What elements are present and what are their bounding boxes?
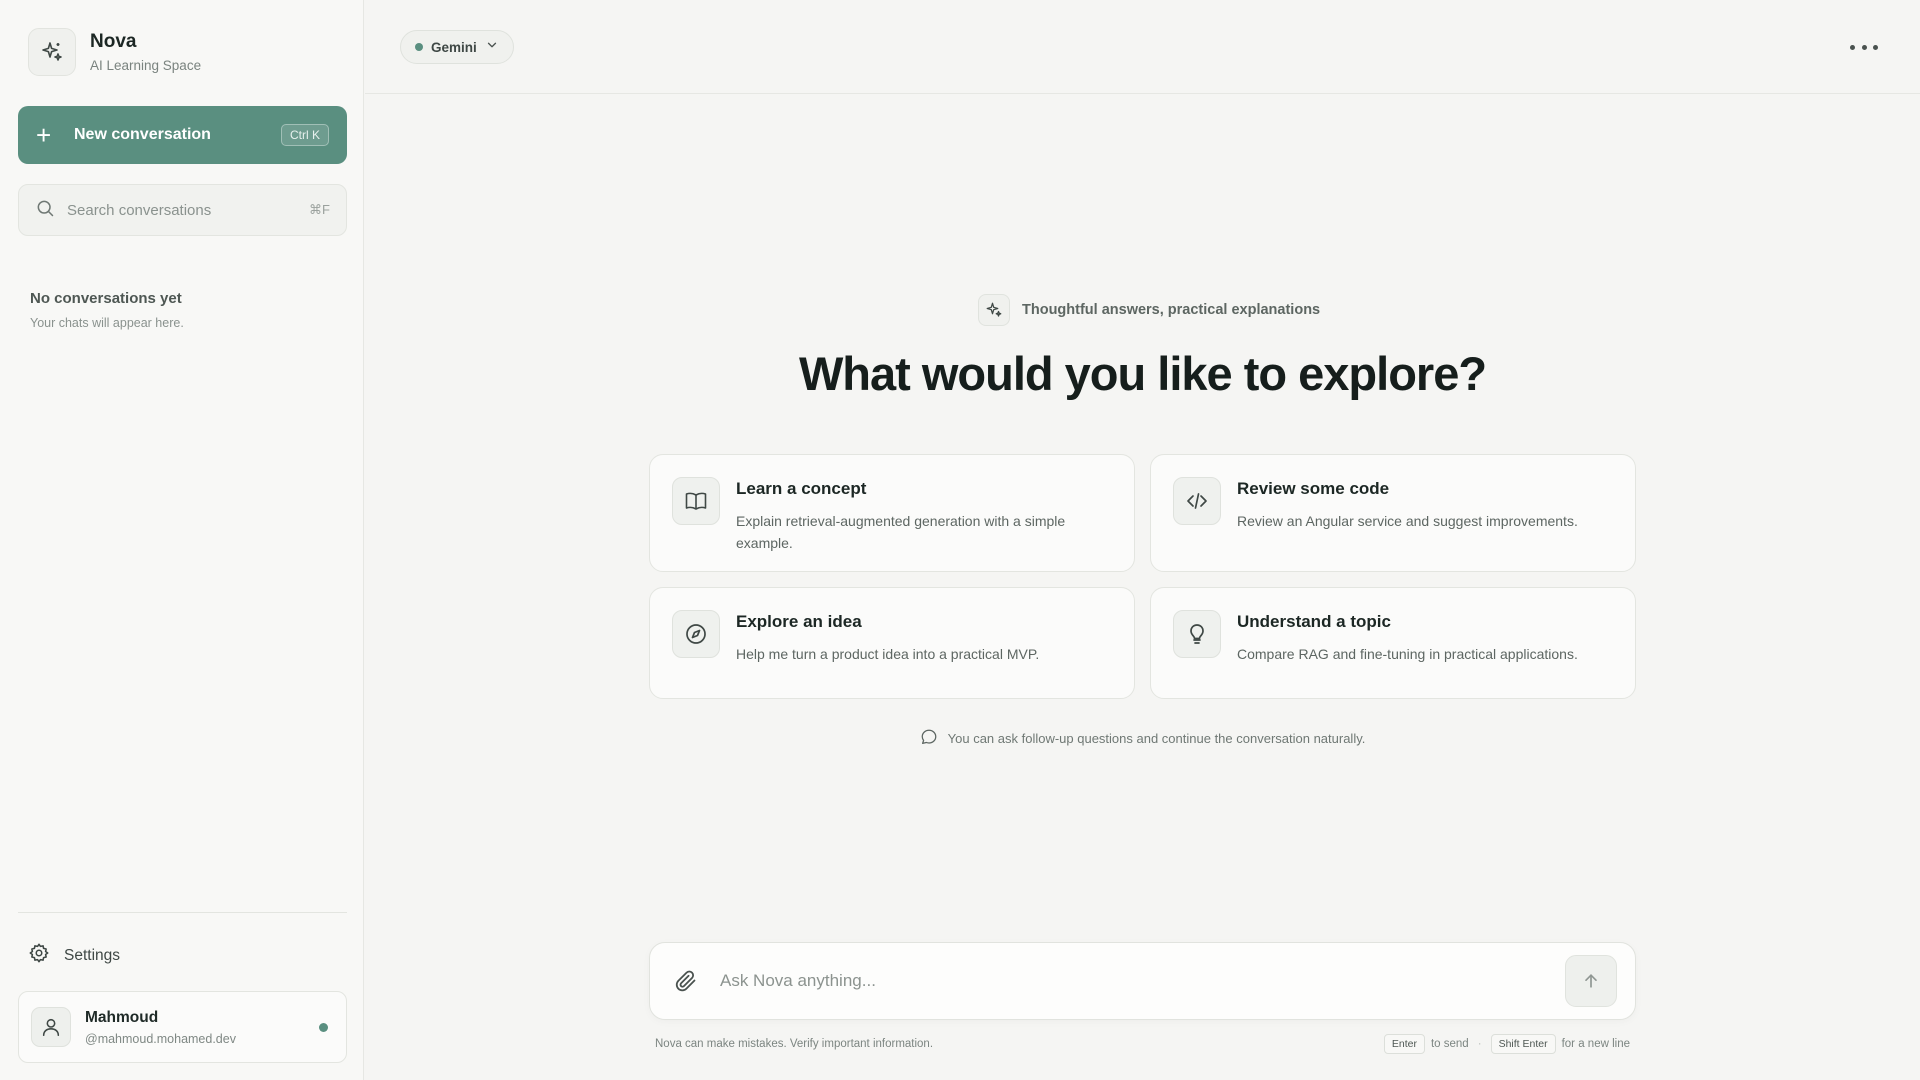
message-input[interactable] — [720, 971, 1565, 991]
search-shortcut: ⌘F — [309, 202, 330, 217]
empty-state-title: No conversations yet — [30, 290, 182, 307]
settings-button[interactable]: Settings — [28, 942, 120, 969]
separator-dot: · — [1477, 1038, 1482, 1050]
keyboard-hints: Enter to send · Shift Enter for a new li… — [1383, 1034, 1630, 1054]
user-icon — [42, 1018, 60, 1037]
main-panel: Gemini Thoughtful answers, practical exp… — [365, 0, 1920, 1080]
sidebar-divider — [18, 912, 347, 913]
brand-name: Nova — [90, 31, 137, 52]
online-status-dot — [319, 1022, 328, 1032]
plus-icon: + — [36, 120, 52, 150]
suggestion-card-review-code[interactable]: Review some code Review an Angular servi… — [1150, 454, 1636, 572]
code-icon — [1173, 477, 1221, 525]
avatar — [31, 1007, 71, 1047]
sparkles-icon — [978, 294, 1010, 326]
model-status-dot — [415, 43, 423, 51]
card-description: Compare RAG and fine-tuning in practical… — [1237, 646, 1578, 662]
card-description: Explain retrieval-augmented generation w… — [736, 513, 1066, 551]
search-input[interactable] — [67, 201, 310, 219]
empty-state-subtitle: Your chats will appear here. — [30, 316, 184, 330]
message-circle-icon — [920, 728, 938, 749]
shift-enter-key-badge: Shift Enter — [1490, 1034, 1556, 1054]
new-conversation-shortcut: Ctrl K — [281, 124, 329, 146]
enter-key-badge: Enter — [1383, 1034, 1425, 1054]
message-composer — [649, 942, 1636, 1020]
brand: Nova AI Learning Space — [28, 28, 201, 76]
follow-up-hint: You can ask follow-up questions and cont… — [365, 728, 1920, 749]
suggestion-card-understand-topic[interactable]: Understand a topic Compare RAG and fine-… — [1150, 587, 1636, 699]
lightbulb-icon — [1173, 610, 1221, 658]
hero-tagline: Thoughtful answers, practical explanatio… — [978, 294, 1320, 326]
card-title: Review some code — [1237, 479, 1390, 498]
page-title: What would you like to explore? — [798, 347, 1487, 400]
card-title: Understand a topic — [1237, 612, 1391, 631]
card-description: Help me turn a product idea into a pract… — [736, 646, 1040, 662]
search-icon — [35, 198, 55, 223]
empty-state: No conversations yet Your chats will app… — [30, 290, 184, 330]
hint-text: You can ask follow-up questions and cont… — [947, 731, 1366, 746]
chevron-down-icon — [485, 38, 499, 57]
suggestion-card-learn-concept[interactable]: Learn a concept Explain retrieval-augmen… — [649, 454, 1135, 572]
topbar: Gemini — [365, 0, 1920, 94]
composer-footer: Nova can make mistakes. Verify important… — [655, 1034, 1630, 1054]
model-selector[interactable]: Gemini — [400, 30, 514, 64]
book-open-icon — [672, 477, 720, 525]
user-name: Mahmoud — [85, 1008, 159, 1026]
sidebar: Nova AI Learning Space + New conversatio… — [0, 0, 364, 1080]
suggestion-card-explore-idea[interactable]: Explore an idea Help me turn a product i… — [649, 587, 1135, 699]
send-button[interactable] — [1565, 955, 1617, 1007]
settings-label: Settings — [64, 946, 121, 964]
disclaimer-text: Nova can make mistakes. Verify important… — [655, 1038, 934, 1050]
gear-icon — [28, 942, 50, 969]
send-hint-text: to send — [1430, 1038, 1469, 1050]
user-handle: @mahmoud.mohamed.dev — [85, 1031, 236, 1046]
more-options-icon[interactable] — [1850, 36, 1878, 58]
card-description: Review an Angular service and suggest im… — [1237, 513, 1578, 529]
card-title: Learn a concept — [736, 479, 867, 498]
brand-subtitle: AI Learning Space — [90, 58, 202, 73]
compass-icon — [672, 610, 720, 658]
arrow-up-icon — [1585, 974, 1597, 988]
search-box: ⌘F — [18, 184, 347, 236]
model-label: Gemini — [431, 39, 477, 55]
user-card[interactable]: Mahmoud @mahmoud.mohamed.dev — [18, 991, 347, 1063]
tagline-text: Thoughtful answers, practical explanatio… — [1022, 302, 1321, 318]
new-conversation-label: New conversation — [74, 126, 211, 143]
newline-hint-text: for a new line — [1561, 1038, 1630, 1050]
sparkles-icon — [28, 28, 76, 76]
paperclip-icon[interactable] — [674, 969, 698, 993]
new-conversation-button[interactable]: + New conversation Ctrl K — [18, 106, 347, 164]
card-title: Explore an idea — [736, 612, 862, 631]
